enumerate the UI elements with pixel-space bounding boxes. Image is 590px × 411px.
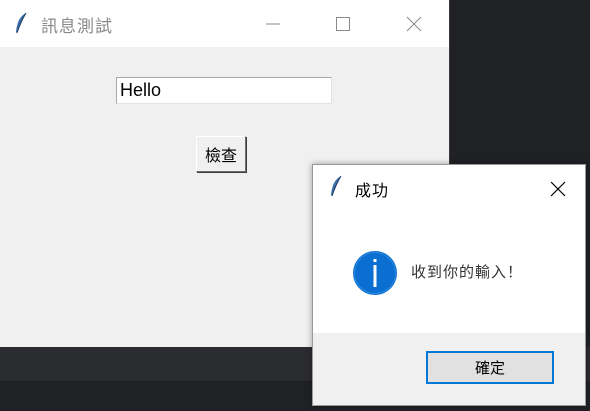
dialog-title: 成功 [355,181,390,200]
close-button[interactable] [379,0,449,47]
close-icon [406,16,422,31]
minimize-button[interactable] [238,0,308,47]
maximize-button[interactable] [308,0,378,47]
message-dialog: 成功 收到你的輸入！ 確定 [312,164,586,406]
minimize-icon [266,23,280,24]
check-button[interactable]: 檢查 [196,136,246,172]
maximize-icon [336,16,350,31]
dialog-message: 收到你的輸入！ [411,263,524,281]
feather-icon [16,12,27,34]
ok-button[interactable]: 確定 [426,351,554,384]
close-icon [550,181,566,197]
dialog-footer: 確定 [313,333,585,405]
info-icon [353,251,397,295]
feather-icon [331,175,342,197]
dialog-titlebar[interactable]: 成功 [313,165,585,210]
text-entry[interactable] [116,77,332,104]
dialog-close-button[interactable] [538,173,578,205]
main-titlebar[interactable]: 訊息測試 [0,0,449,47]
window-title: 訊息測試 [41,17,113,37]
